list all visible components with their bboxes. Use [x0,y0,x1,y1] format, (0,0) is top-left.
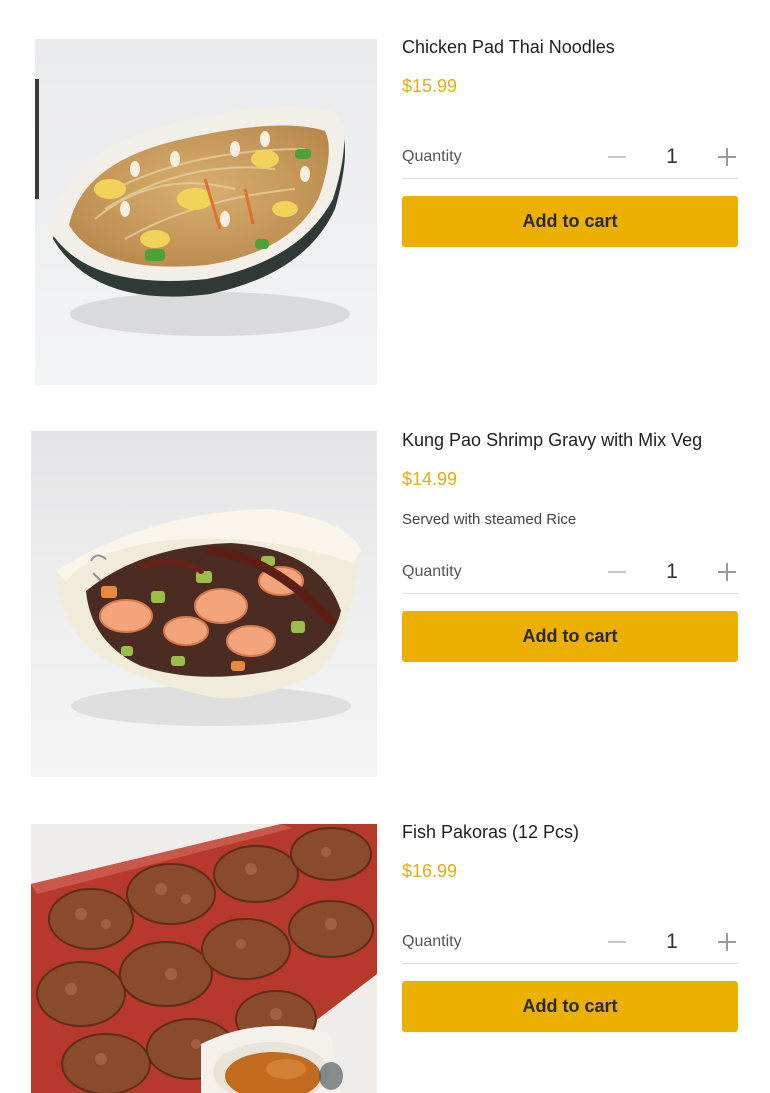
minus-icon [608,941,626,943]
increase-quantity-button[interactable] [712,557,742,587]
add-to-cart-button[interactable]: Add to cart [402,196,738,247]
product-price: $14.99 [402,469,458,489]
decrease-quantity-button[interactable] [602,557,632,587]
minus-icon [608,156,626,158]
product-info: Kung Pao Shrimp Gravy with Mix Veg $14.9… [402,430,738,662]
quantity-label: Quantity [402,933,462,950]
quantity-value[interactable]: 1 [658,560,686,584]
quantity-value[interactable]: 1 [658,145,686,169]
quantity-value[interactable]: 1 [658,930,686,954]
plus-icon [718,933,736,951]
minus-icon [608,571,626,573]
product-image-kung-pao-shrimp[interactable] [31,431,377,777]
quantity-selector: Quantity 1 [402,923,738,964]
quantity-selector: Quantity 1 [402,553,738,594]
product-image-fish-pakoras[interactable] [31,824,377,1093]
decrease-quantity-button[interactable] [602,927,632,957]
plus-icon [718,148,736,166]
product-name[interactable]: Kung Pao Shrimp Gravy with Mix Veg [402,430,702,451]
quantity-selector: Quantity 1 [402,138,738,179]
product-name[interactable]: Fish Pakoras (12 Pcs) [402,822,579,843]
decrease-quantity-button[interactable] [602,142,632,172]
product-description: Served with steamed Rice [402,511,577,528]
product-image-pad-thai[interactable] [35,39,377,385]
product-name[interactable]: Chicken Pad Thai Noodles [402,37,615,58]
add-to-cart-button[interactable]: Add to cart [402,981,738,1032]
add-to-cart-button[interactable]: Add to cart [402,611,738,662]
plus-icon [718,563,736,581]
product-info: Chicken Pad Thai Noodles $15.99 Quantity… [402,37,738,257]
product-price: $15.99 [402,76,458,96]
product-price: $16.99 [402,861,458,881]
quantity-label: Quantity [402,563,462,580]
quantity-label: Quantity [402,148,462,165]
product-info: Fish Pakoras (12 Pcs) $16.99 Quantity 1 … [402,822,738,1032]
increase-quantity-button[interactable] [712,927,742,957]
increase-quantity-button[interactable] [712,142,742,172]
